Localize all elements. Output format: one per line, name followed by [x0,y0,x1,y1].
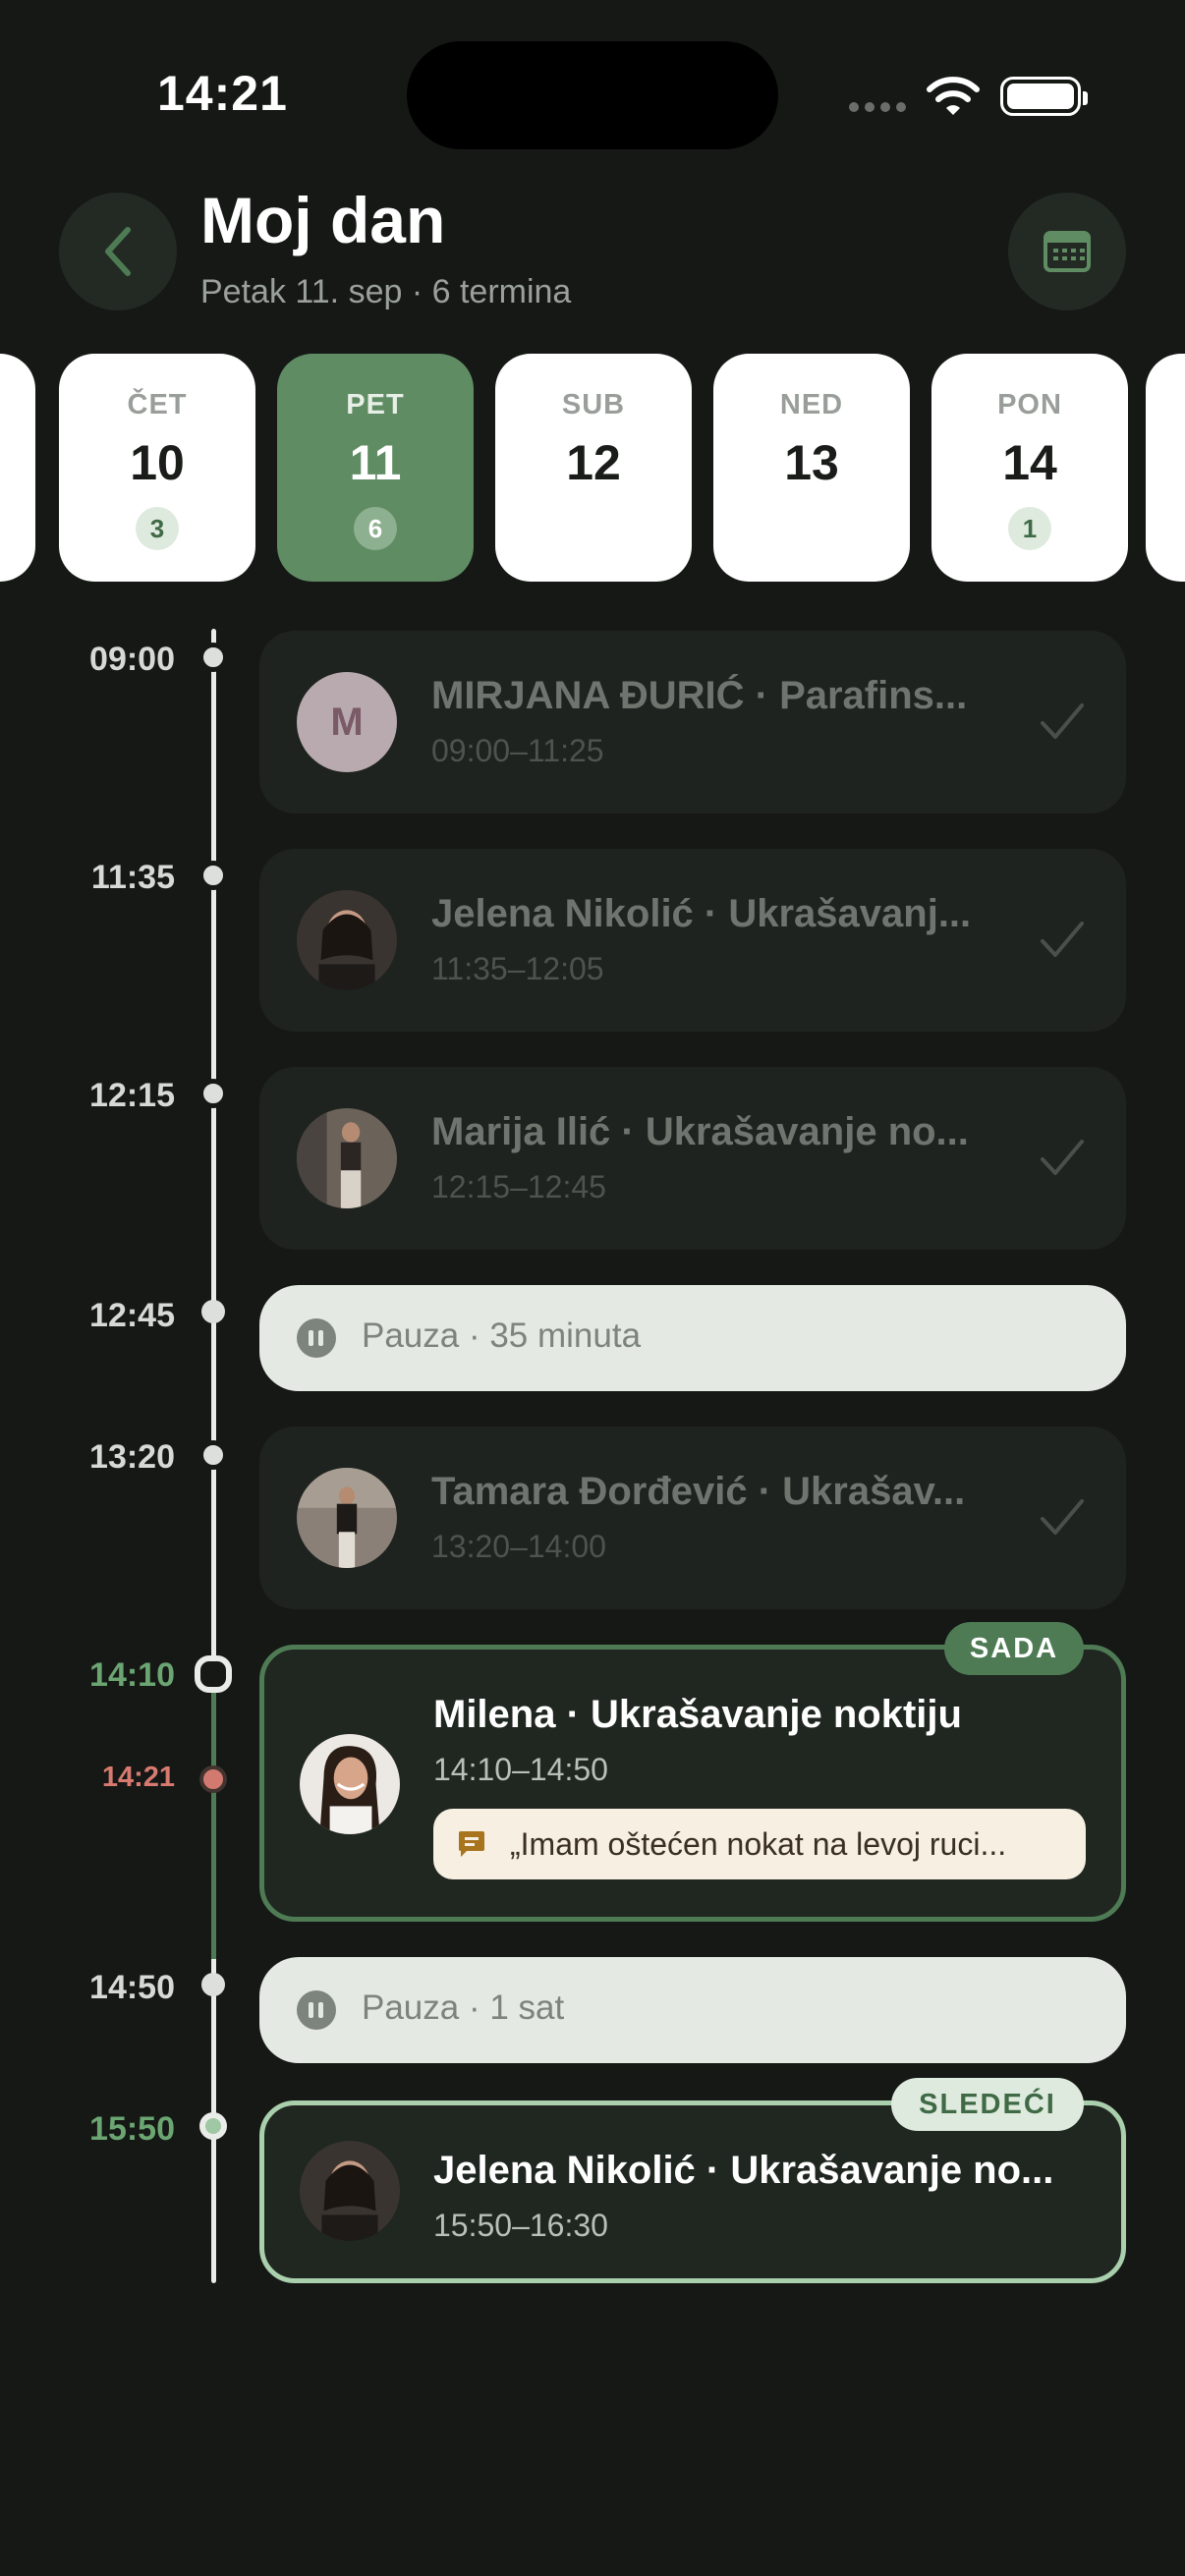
appointment-title: Milena · Ukrašavanje noktiju [433,1693,962,1736]
appointment-count-badge: 6 [354,507,397,550]
day-card-fri[interactable]: PET 11 6 [277,354,474,582]
calendar-button[interactable] [1008,193,1126,310]
appointment-time: 11:35–12:05 [431,951,604,986]
day-card-sat[interactable]: SUB 12 [495,354,692,582]
time-label: 09:00 [89,641,175,678]
wifi-icon [927,77,980,115]
avatar [300,1734,400,1834]
time-label: 13:20 [89,1438,175,1476]
day-number: 12 [566,435,621,490]
note-text: „Imam oštećen nokat na levoj ruci... [510,1826,1007,1862]
timeline-dot [201,1300,225,1323]
timeline-dot [198,1440,228,1470]
day-number: 10 [130,435,185,490]
day-number: 11 [349,435,402,490]
appointment-card[interactable]: Jelena Nikolić · Ukrašavanj... 11:35–12:… [259,849,1126,1032]
check-icon [1041,1499,1084,1535]
day-card-partial-right[interactable] [1146,354,1185,582]
back-button[interactable] [59,193,177,310]
avatar: M [297,672,397,772]
appointment-time: 09:00–11:25 [431,733,604,768]
client-note[interactable]: „Imam oštećen nokat na levoj ruci... [433,1809,1086,1879]
appointment-count-badge: 1 [1008,507,1051,550]
day-of-week: ČET [127,389,188,420]
next-badge: SLEDEĆI [891,2078,1084,2131]
next-appointment-card[interactable]: SLEDEĆI Jelena Nikolić · Ukrašavanje no.… [259,2078,1126,2283]
day-of-week: PON [997,389,1062,420]
time-label: 12:45 [89,1297,175,1334]
day-of-week: NED [779,389,844,420]
timeline-dot [198,1079,228,1108]
check-icon [1041,922,1084,957]
time-label: 12:15 [89,1077,175,1114]
now-badge: SADA [944,1622,1084,1675]
avatar [297,1468,397,1568]
appointment-card[interactable]: M MIRJANA ĐURIĆ · Parafins... 09:00–11:2… [259,631,1126,813]
now-indicator-dot [199,1765,227,1793]
timeline-dot [201,1973,225,1996]
status-bar: 14:21 [0,0,1185,187]
current-time-label: 14:21 [101,1762,175,1793]
appointment-time: 15:50–16:30 [433,2208,608,2243]
time-label-current-slot: 14:10 [89,1656,175,1694]
chevron-left-icon [105,227,131,276]
page-title: Moj dan [200,184,446,256]
appointment-card[interactable]: Tamara Đorđević · Ukrašav... 13:20–14:00 [259,1427,1126,1609]
day-card-mon[interactable]: PON 14 1 [931,354,1128,582]
day-of-week: SUB [561,389,626,420]
avatar [297,890,397,990]
appointment-card[interactable]: Marija Ilić · Ukrašavanje no... 12:15–12… [259,1067,1126,1250]
break-card: Pauza · 1 sat [259,1957,1126,2063]
appointment-title: Marija Ilić · Ukrašavanje no... [431,1110,969,1153]
time-label: 14:50 [89,1969,175,2006]
appointment-time: 14:10–14:50 [433,1752,608,1787]
cellular-signal-icon [849,102,906,112]
timeline-dot-next [199,2112,227,2140]
appointment-title: MIRJANA ĐURIĆ · Parafins... [431,674,968,717]
dynamic-island [407,41,778,149]
break-card: Pauza · 35 minuta [259,1285,1126,1391]
message-icon [459,1831,484,1857]
day-number: 14 [1002,435,1057,490]
avatar [300,2141,400,2241]
calendar-icon [1044,231,1091,272]
day-card-sun[interactable]: NED 13 [713,354,910,582]
check-icon [1041,1140,1084,1175]
appointment-time: 12:15–12:45 [431,1169,606,1204]
appointment-time: 13:20–14:00 [431,1529,606,1564]
check-icon [1041,703,1084,739]
battery-icon [1000,77,1088,116]
page-subtitle: Petak 11. sep · 6 termina [200,273,572,310]
current-appointment-card[interactable]: SADA Milena · Ukrašavanje noktiju 14:10–… [259,1622,1126,1922]
appointment-title: Tamara Đorđević · Ukrašav... [431,1470,966,1513]
day-number: 13 [784,435,839,490]
timeline-line-active [211,1674,216,1959]
avatar [297,1108,397,1208]
day-card-thu[interactable]: ČET 10 3 [59,354,255,582]
timeline-dot-current [195,1655,232,1693]
appointment-title: Jelena Nikolić · Ukrašavanje no... [433,2149,1054,2192]
day-strip[interactable]: ČET 10 3 PET 11 6 SUB 12 NED 13 PON 14 1 [0,354,1185,584]
break-label: Pauza · 1 sat [362,1988,565,2027]
pause-icon [297,1318,336,1358]
pause-icon [297,1990,336,2030]
day-card-partial-left[interactable] [0,354,35,582]
appointment-count-badge: 3 [136,507,179,550]
break-label: Pauza · 35 minuta [362,1316,642,1355]
time-label-next-slot: 15:50 [89,2110,175,2148]
status-time: 14:21 [157,66,288,121]
day-of-week: PET [346,389,405,420]
timeline-dot [198,861,228,890]
appointment-title: Jelena Nikolić · Ukrašavanj... [431,892,972,935]
time-label: 11:35 [90,859,175,896]
timeline-dot [198,643,228,672]
